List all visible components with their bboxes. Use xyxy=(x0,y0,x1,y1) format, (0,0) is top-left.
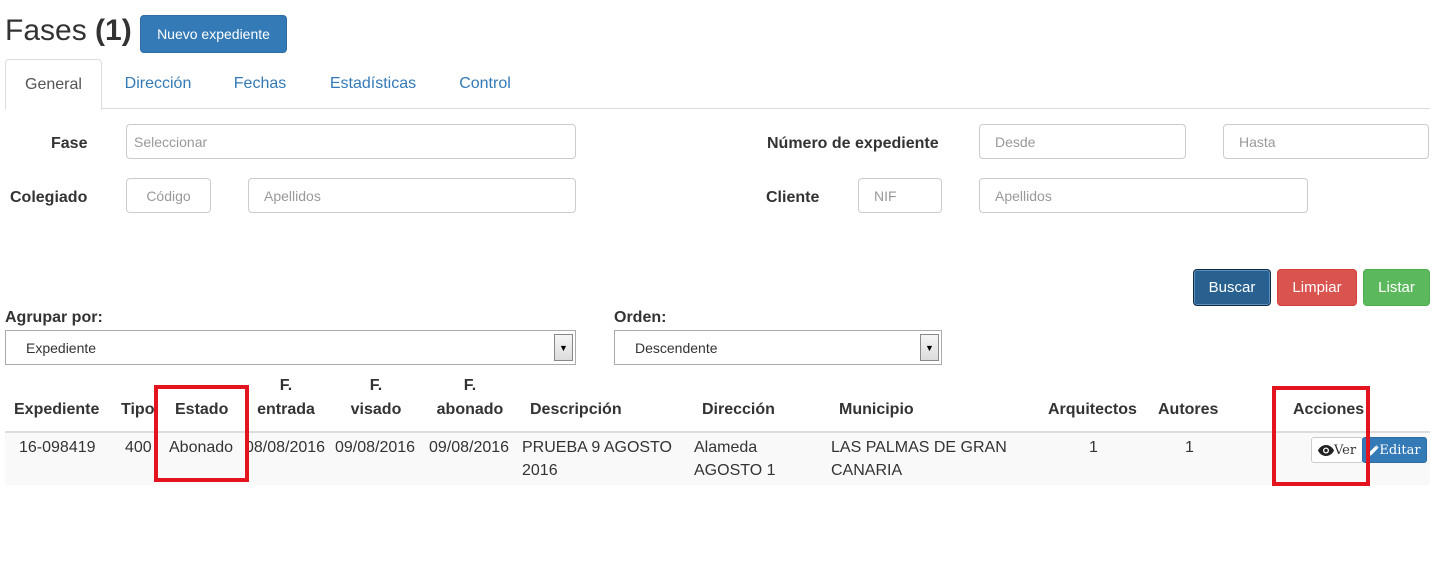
colegiado-label: Colegiado xyxy=(10,189,88,206)
limpiar-button[interactable]: Limpiar xyxy=(1277,269,1357,306)
listar-button[interactable]: Listar xyxy=(1363,269,1430,306)
numero-hasta-input[interactable] xyxy=(1223,124,1429,159)
cell-descripcion: PRUEBA 9 AGOSTO 2016 xyxy=(522,436,672,482)
cell-municipio: LAS PALMAS DE GRAN CANARIA xyxy=(831,436,1007,482)
cell-municipio-line1: LAS PALMAS DE GRAN xyxy=(831,439,1007,456)
cell-arquitectos: 1 xyxy=(1089,439,1098,456)
th-f-entrada-line2: entrada xyxy=(257,401,315,418)
th-f-visado-line1: F. xyxy=(369,377,383,394)
th-f-visado: F. visado xyxy=(347,374,405,422)
th-f-abonado-line2: abonado xyxy=(436,401,504,418)
th-f-entrada-line1: F. xyxy=(279,377,293,394)
estado-highlight-box xyxy=(154,385,249,482)
th-autores: Autores xyxy=(1158,401,1219,418)
cliente-apellidos-input[interactable] xyxy=(979,178,1308,213)
cell-expediente: 16-098419 xyxy=(19,439,96,456)
cell-descripcion-line2: 2016 xyxy=(522,462,558,479)
colegiado-codigo-input[interactable] xyxy=(126,178,211,213)
pencil-icon xyxy=(1368,444,1380,456)
tab-bar: General Dirección Fechas Estadísticas Co… xyxy=(5,59,1430,110)
agrupar-select[interactable]: Expediente ▼ xyxy=(5,330,576,365)
chevron-down-icon[interactable]: ▼ xyxy=(920,334,939,361)
numero-desde-input[interactable] xyxy=(979,124,1186,159)
tab-direccion[interactable]: Dirección xyxy=(112,59,204,109)
agrupar-select-value: Expediente xyxy=(26,339,97,356)
acciones-highlight-box xyxy=(1272,386,1370,486)
tab-general[interactable]: General xyxy=(5,59,102,110)
th-f-abonado: F. abonado xyxy=(434,374,506,422)
th-municipio: Municipio xyxy=(839,401,914,418)
th-f-abonado-line1: F. xyxy=(463,377,477,394)
chevron-down-icon[interactable]: ▼ xyxy=(554,334,573,361)
cliente-nif-input[interactable] xyxy=(858,178,942,213)
cell-direccion-line1: Alameda xyxy=(694,439,758,456)
th-f-visado-line2: visado xyxy=(350,401,402,418)
th-f-entrada: F. entrada xyxy=(254,374,318,422)
buscar-button[interactable]: Buscar xyxy=(1193,269,1271,306)
cell-direccion: Alameda AGOSTO 1 xyxy=(694,436,776,482)
cell-tipo: 400 xyxy=(125,439,152,456)
cell-f-visado: 09/08/2016 xyxy=(335,439,416,456)
editar-button[interactable]: Editar xyxy=(1362,437,1427,463)
cell-municipio-line2: CANARIA xyxy=(831,462,903,479)
agrupar-label: Agrupar por: xyxy=(5,309,103,326)
tab-fechas[interactable]: Fechas xyxy=(222,59,298,109)
fase-label: Fase xyxy=(51,135,88,152)
th-direccion: Dirección xyxy=(702,401,775,418)
fase-input[interactable] xyxy=(126,124,576,159)
page-title-text: Fases xyxy=(5,14,87,47)
numero-expediente-label: Número de expediente xyxy=(767,135,939,152)
th-tipo: Tipo xyxy=(121,401,155,418)
th-descripcion: Descripción xyxy=(530,401,622,418)
new-expediente-button[interactable]: Nuevo expediente xyxy=(140,15,287,53)
cell-direccion-line2: AGOSTO 1 xyxy=(694,462,776,479)
cell-descripcion-line1: PRUEBA 9 AGOSTO xyxy=(522,439,672,456)
tab-estadisticas[interactable]: Estadísticas xyxy=(317,59,429,109)
orden-select-value: Descendente xyxy=(635,339,718,356)
cell-f-abonado: 09/08/2016 xyxy=(429,439,510,456)
th-arquitectos: Arquitectos xyxy=(1048,401,1137,418)
editar-button-label: Editar xyxy=(1379,442,1421,458)
page-title: Fases (1) xyxy=(5,14,132,48)
cell-f-entrada: 08/08/2016 xyxy=(245,439,326,456)
orden-select[interactable]: Descendente ▼ xyxy=(614,330,942,365)
tab-control[interactable]: Control xyxy=(448,59,522,109)
cliente-label: Cliente xyxy=(766,189,820,206)
colegiado-apellidos-input[interactable] xyxy=(248,178,576,213)
cell-autores: 1 xyxy=(1185,439,1194,456)
page-title-count: (1) xyxy=(95,14,132,47)
th-expediente: Expediente xyxy=(14,401,100,418)
orden-label: Orden: xyxy=(614,309,667,326)
